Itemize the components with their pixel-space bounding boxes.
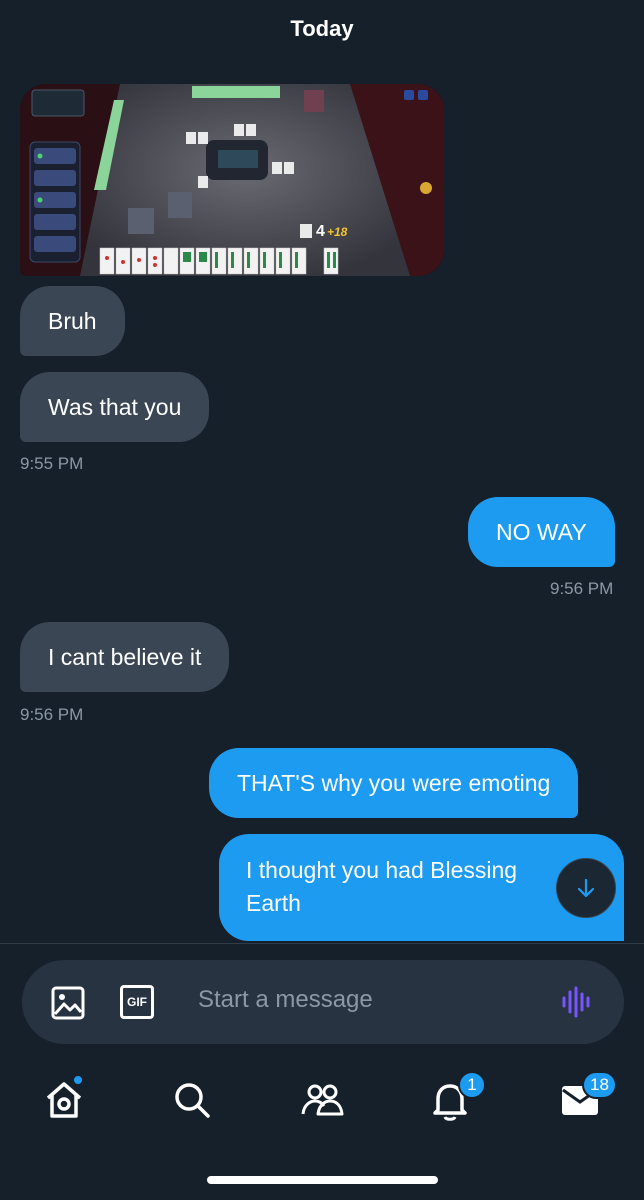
message-bubble-outgoing[interactable]: THAT'S why you were emoting <box>209 748 579 818</box>
message-timestamp: 9:56 PM <box>20 705 84 724</box>
message-bubble-incoming[interactable]: Bruh <box>20 286 125 356</box>
message-input[interactable]: Start a message <box>198 986 373 1014</box>
shared-image[interactable]: 4 +18 <box>20 84 444 276</box>
message-text: THAT'S why you were emoting <box>237 770 551 796</box>
message-bubble-outgoing[interactable]: NO WAY <box>468 497 615 567</box>
message-text-line: Earth <box>246 890 301 916</box>
message-composer: GIF Start a message <box>22 960 624 1044</box>
mahjong-game-screenshot: 4 +18 <box>20 84 444 276</box>
voice-wave-icon[interactable] <box>560 984 594 1025</box>
composer-divider <box>0 943 644 944</box>
scroll-to-bottom-button[interactable] <box>556 858 616 918</box>
image-icon[interactable] <box>50 985 86 1026</box>
message-text: Bruh <box>48 308 97 334</box>
message-timestamp: 9:55 PM <box>20 454 84 473</box>
message-timestamp: 9:56 PM <box>550 579 614 598</box>
notifications-badge: 1 <box>458 1071 486 1099</box>
message-text-line: I thought you had Blessing <box>246 857 518 883</box>
message-text: Was that you <box>48 394 182 420</box>
home-new-dot <box>72 1074 84 1086</box>
home-indicator[interactable] <box>207 1176 438 1184</box>
gif-icon[interactable]: GIF <box>120 985 154 1019</box>
message-text: I cant believe it <box>48 644 202 670</box>
date-header: Today <box>290 16 354 41</box>
overlay-score: 4 <box>316 223 325 240</box>
messages-badge: 18 <box>582 1071 617 1099</box>
nav-search-icon[interactable] <box>172 1080 212 1125</box>
nav-home-icon[interactable] <box>44 1080 84 1125</box>
overlay-plus: +18 <box>327 225 348 239</box>
message-bubble-incoming[interactable]: Was that you <box>20 372 210 442</box>
nav-communities-icon[interactable] <box>300 1080 344 1125</box>
message-text: NO WAY <box>496 519 587 545</box>
gif-label: GIF <box>127 995 147 1009</box>
arrow-down-icon <box>577 878 595 898</box>
message-bubble-incoming[interactable]: I cant believe it <box>20 622 230 692</box>
